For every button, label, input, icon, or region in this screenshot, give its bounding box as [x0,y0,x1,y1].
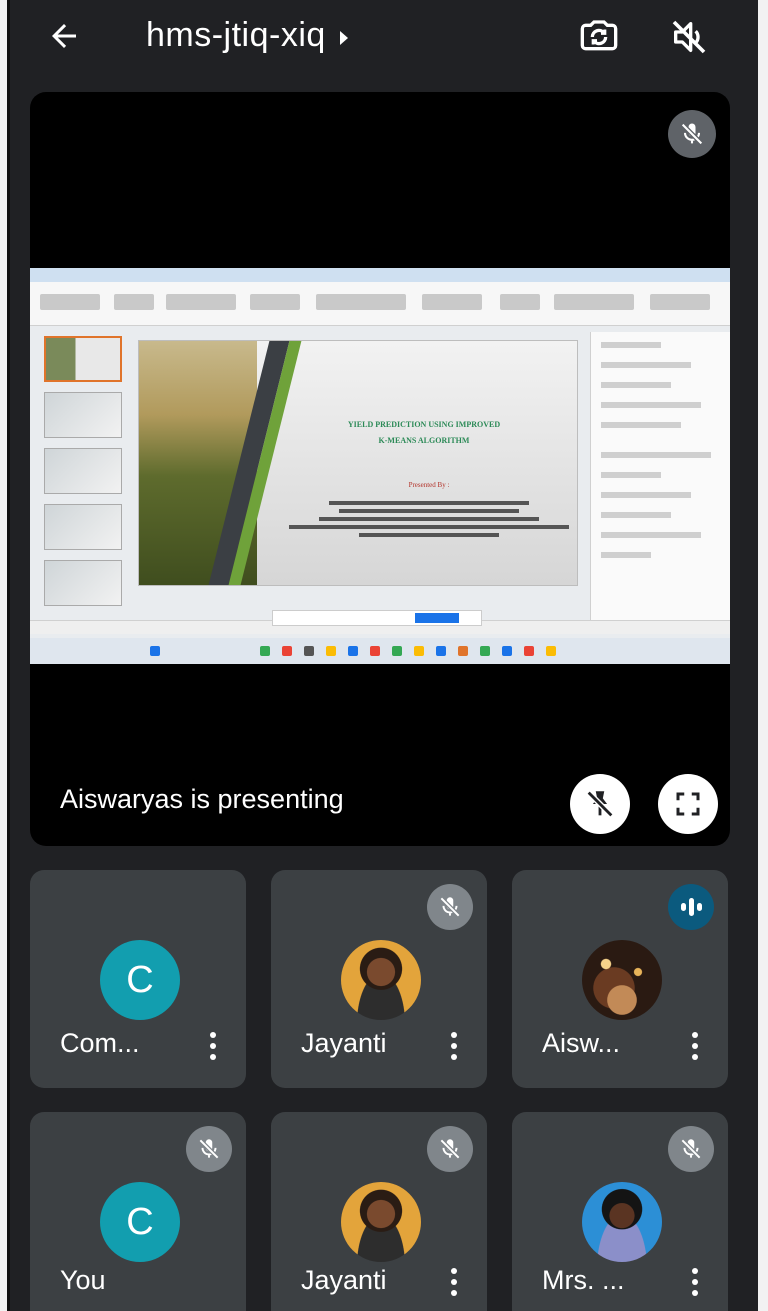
participant-tile[interactable]: Aisw... [512,870,728,1088]
camera-switch-icon [580,20,618,51]
participant-tile[interactable]: Jayanti [271,1112,487,1311]
participant-name: Jayanti [301,1028,387,1058]
meet-call-screen: hms-jtiq-xiq YIELD PREDICTION USING IMPR… [12,0,756,1311]
fullscreen-button[interactable] [658,774,718,834]
presenter-mute-badge [668,110,716,158]
mic-off-icon [198,1138,220,1160]
avatar [341,1182,421,1262]
participant-name: Jayanti [301,1265,387,1295]
sharing-notice [272,610,482,626]
shared-taskbar [30,638,730,664]
avatar: C [100,1182,180,1262]
more-vert-icon [210,1032,216,1060]
arrow-left-icon [52,24,76,48]
shared-screen: YIELD PREDICTION USING IMPROVED K-MEANS … [30,268,730,664]
muted-badge [668,1126,714,1172]
slide-title-line1: YIELD PREDICTION USING IMPROVED [347,420,501,429]
slide-presented-by: Presented By : [408,481,450,489]
unpin-button[interactable] [570,774,630,834]
back-button[interactable] [42,14,86,58]
slide-title-line2: K-MEANS ALGORITHM [378,436,470,445]
format-side-panel [590,332,730,632]
participant-tile[interactable]: C You [30,1112,246,1311]
more-vert-icon [451,1032,457,1060]
unpin-icon [586,790,614,818]
switch-camera-button[interactable] [574,12,624,62]
more-vert-icon [451,1268,457,1296]
more-options-button[interactable] [680,1262,710,1302]
avatar: C [100,940,180,1020]
presentation-tile[interactable]: YIELD PREDICTION USING IMPROVED K-MEANS … [30,92,730,846]
shared-window-titlebar [30,268,730,282]
fullscreen-icon [676,792,700,816]
slide-author-lines [289,497,569,541]
more-vert-icon [692,1032,698,1060]
muted-badge [427,884,473,930]
more-options-button[interactable] [680,1026,710,1066]
participant-tile[interactable]: Jayanti [271,870,487,1088]
muted-badge [427,1126,473,1172]
slide-thumbnails [38,332,124,632]
participant-tile[interactable]: C Com... [30,870,246,1088]
caret-right-icon [339,30,348,45]
shared-window-ribbon [30,282,730,326]
meeting-code-button[interactable]: hms-jtiq-xiq [146,16,348,55]
current-slide: YIELD PREDICTION USING IMPROVED K-MEANS … [138,340,578,586]
presenting-label: Aiswaryas is presenting [60,784,344,814]
more-options-button[interactable] [439,1026,469,1066]
avatar [582,1182,662,1262]
top-bar: hms-jtiq-xiq [12,0,756,80]
mic-off-icon [439,896,461,918]
more-vert-icon [692,1268,698,1296]
audio-level-icon [668,884,714,930]
mic-off-icon [681,123,703,145]
screenshot-border-left [0,0,10,1311]
avatar [341,940,421,1020]
screenshot-border-right [758,0,768,1311]
participant-name: Mrs. ... [542,1265,625,1295]
more-options-button[interactable] [439,1262,469,1302]
participant-name: Com... [60,1028,140,1058]
mic-off-icon [439,1138,461,1160]
participant-name: You [60,1265,106,1295]
participant-tile[interactable]: Mrs. ... [512,1112,728,1311]
speaker-off-icon [672,20,706,54]
speaker-off-button[interactable] [664,12,714,62]
meeting-code: hms-jtiq-xiq [146,16,326,54]
participant-name: Aisw... [542,1028,621,1058]
slide-title: YIELD PREDICTION USING IMPROVED K-MEANS … [279,417,569,449]
muted-badge [186,1126,232,1172]
mic-off-icon [680,1138,702,1160]
avatar [582,940,662,1020]
more-options-button[interactable] [198,1026,228,1066]
